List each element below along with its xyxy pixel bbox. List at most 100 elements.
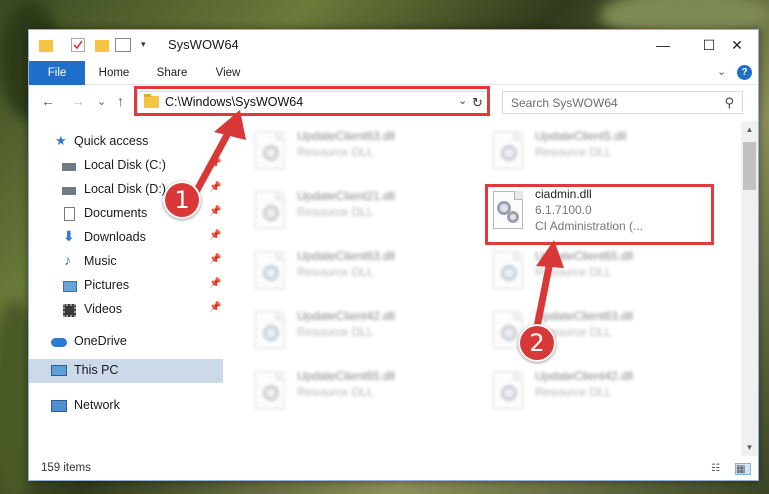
tab-home[interactable]: Home (91, 61, 137, 85)
nav-label: Pictures (84, 278, 130, 292)
nav-label: Network (74, 398, 120, 412)
nav-label: OneDrive (74, 334, 127, 348)
customize-toolbar-icon[interactable] (115, 38, 131, 52)
tab-share[interactable]: Share (149, 61, 195, 85)
file-name: UpdateClient63.dll (297, 249, 396, 263)
nav-label: Local Disk (C:) (84, 158, 166, 172)
nav-network[interactable]: Network (29, 395, 225, 417)
back-button[interactable]: ← (41, 93, 55, 109)
pin-icon[interactable]: 📌 (209, 182, 221, 193)
music-icon: ♪ (64, 252, 71, 268)
nav-onedrive[interactable]: OneDrive (29, 331, 225, 353)
pin-icon[interactable]: 📌 (209, 158, 221, 169)
file-description: Resource DLL (297, 205, 374, 219)
file-item[interactable]: UpdateClient42.dll Resource DLL (483, 365, 719, 419)
nav-label: Videos (84, 302, 122, 316)
pin-icon[interactable]: 📌 (209, 254, 221, 265)
address-bar-highlight (134, 86, 490, 116)
nav-local-disk-c[interactable]: Local Disk (C:) 📌 (29, 155, 225, 177)
folder-icon[interactable] (39, 40, 53, 52)
file-description: Resource DLL (297, 145, 374, 159)
toolbar-dropdown-icon[interactable]: ▾ (141, 39, 155, 53)
nav-downloads[interactable]: ⬇ Downloads 📌 (29, 227, 225, 249)
file-description: Resource DLL (297, 325, 374, 339)
nav-music[interactable]: ♪ Music 📌 (29, 251, 225, 273)
ciadmin-file-highlight (485, 184, 714, 245)
file-name: UpdateClient5.dll (535, 129, 627, 143)
file-item[interactable]: UpdateClient5.dll Resource DLL (483, 125, 719, 179)
file-item[interactable]: UpdateClient21.dll Resource DLL (245, 185, 481, 239)
computer-icon (51, 365, 67, 376)
file-description: Resource DLL (297, 265, 374, 279)
minimize-button[interactable]: — (640, 30, 686, 61)
star-icon: ★ (55, 133, 67, 148)
up-button[interactable]: ↑ (117, 93, 124, 109)
tab-view[interactable]: View (205, 61, 251, 85)
nav-this-pc[interactable]: This PC (29, 359, 223, 383)
nav-videos[interactable]: Videos 📌 (29, 299, 225, 321)
dll-file-icon (251, 131, 291, 175)
ribbon-tabs: File Home Share View ⌄ ? (29, 61, 758, 85)
file-description: Resource DLL (535, 145, 612, 159)
pin-icon[interactable]: 📌 (209, 230, 221, 241)
forward-button[interactable]: → (71, 93, 85, 109)
item-count: 159 items (41, 462, 91, 474)
dll-file-icon (251, 371, 291, 415)
file-item[interactable]: UpdateClient65.dll Resource DLL (245, 365, 481, 419)
file-item[interactable]: UpdateClient63.dll Resource DLL (483, 305, 719, 359)
file-item[interactable]: UpdateClient42.dll Resource DLL (245, 305, 481, 359)
large-icons-view-icon[interactable]: ▦ (735, 463, 751, 475)
vertical-scrollbar[interactable]: ▲ ▼ (741, 121, 758, 456)
scroll-up-icon[interactable]: ▲ (741, 121, 758, 138)
file-name: UpdateClient63.dll (535, 309, 634, 323)
help-icon[interactable]: ? (737, 65, 752, 80)
documents-icon (64, 207, 75, 221)
pin-icon[interactable]: 📌 (209, 278, 221, 289)
nav-label: Documents (84, 206, 148, 220)
file-name: UpdateClient21.dll (297, 189, 396, 203)
dll-file-icon (489, 371, 529, 415)
file-description: Resource DLL (535, 265, 612, 279)
step-2-badge: 2 (518, 324, 556, 362)
dll-file-icon (251, 311, 291, 355)
dll-file-icon (251, 251, 291, 295)
nav-quick-access[interactable]: ★ Quick access (29, 131, 225, 153)
downloads-icon: ⬇ (63, 228, 75, 244)
file-name: UpdateClient63.dll (297, 129, 396, 143)
pictures-icon (63, 281, 77, 292)
drive-icon (62, 163, 76, 171)
nav-label: Downloads (84, 230, 146, 244)
properties-icon[interactable] (71, 38, 85, 52)
new-folder-icon[interactable] (95, 40, 109, 52)
dll-file-icon (251, 191, 291, 235)
search-icon[interactable]: ⚲ (724, 95, 734, 111)
expand-ribbon-icon[interactable]: ⌄ (717, 65, 726, 78)
file-name: UpdateClient42.dll (535, 369, 634, 383)
nav-label: Local Disk (D:) (84, 182, 166, 196)
tab-file[interactable]: File (29, 61, 85, 85)
pin-icon[interactable]: 📌 (209, 206, 221, 217)
cloud-icon (51, 338, 67, 347)
file-item[interactable]: UpdateClient63.dll Resource DLL (245, 125, 481, 179)
nav-pictures[interactable]: Pictures 📌 (29, 275, 225, 297)
file-name: UpdateClient65.dll (297, 369, 396, 383)
dll-file-icon (489, 251, 529, 295)
pin-icon[interactable]: 📌 (209, 302, 221, 313)
file-item[interactable]: UpdateClient65.dll Resource DLL (483, 245, 719, 299)
file-item[interactable]: UpdateClient63.dll Resource DLL (245, 245, 481, 299)
dll-file-icon (489, 131, 529, 175)
network-icon (51, 400, 67, 412)
drive-icon (62, 187, 76, 195)
scroll-down-icon[interactable]: ▼ (741, 439, 758, 456)
file-list: UpdateClient63.dll Resource DLL UpdateCl… (229, 121, 741, 456)
search-input[interactable]: Search SysWOW64 ⚲ (502, 91, 743, 114)
file-description: Resource DLL (297, 385, 374, 399)
scroll-thumb[interactable] (743, 142, 756, 190)
search-placeholder: Search SysWOW64 (511, 96, 618, 110)
recent-locations-button[interactable]: ⌄ (97, 95, 106, 108)
file-description: Resource DLL (535, 385, 612, 399)
close-button[interactable]: ✕ (714, 30, 760, 61)
nav-label: This PC (74, 363, 119, 377)
details-view-icon[interactable]: ☷ (711, 463, 727, 475)
file-name: UpdateClient42.dll (297, 309, 396, 323)
